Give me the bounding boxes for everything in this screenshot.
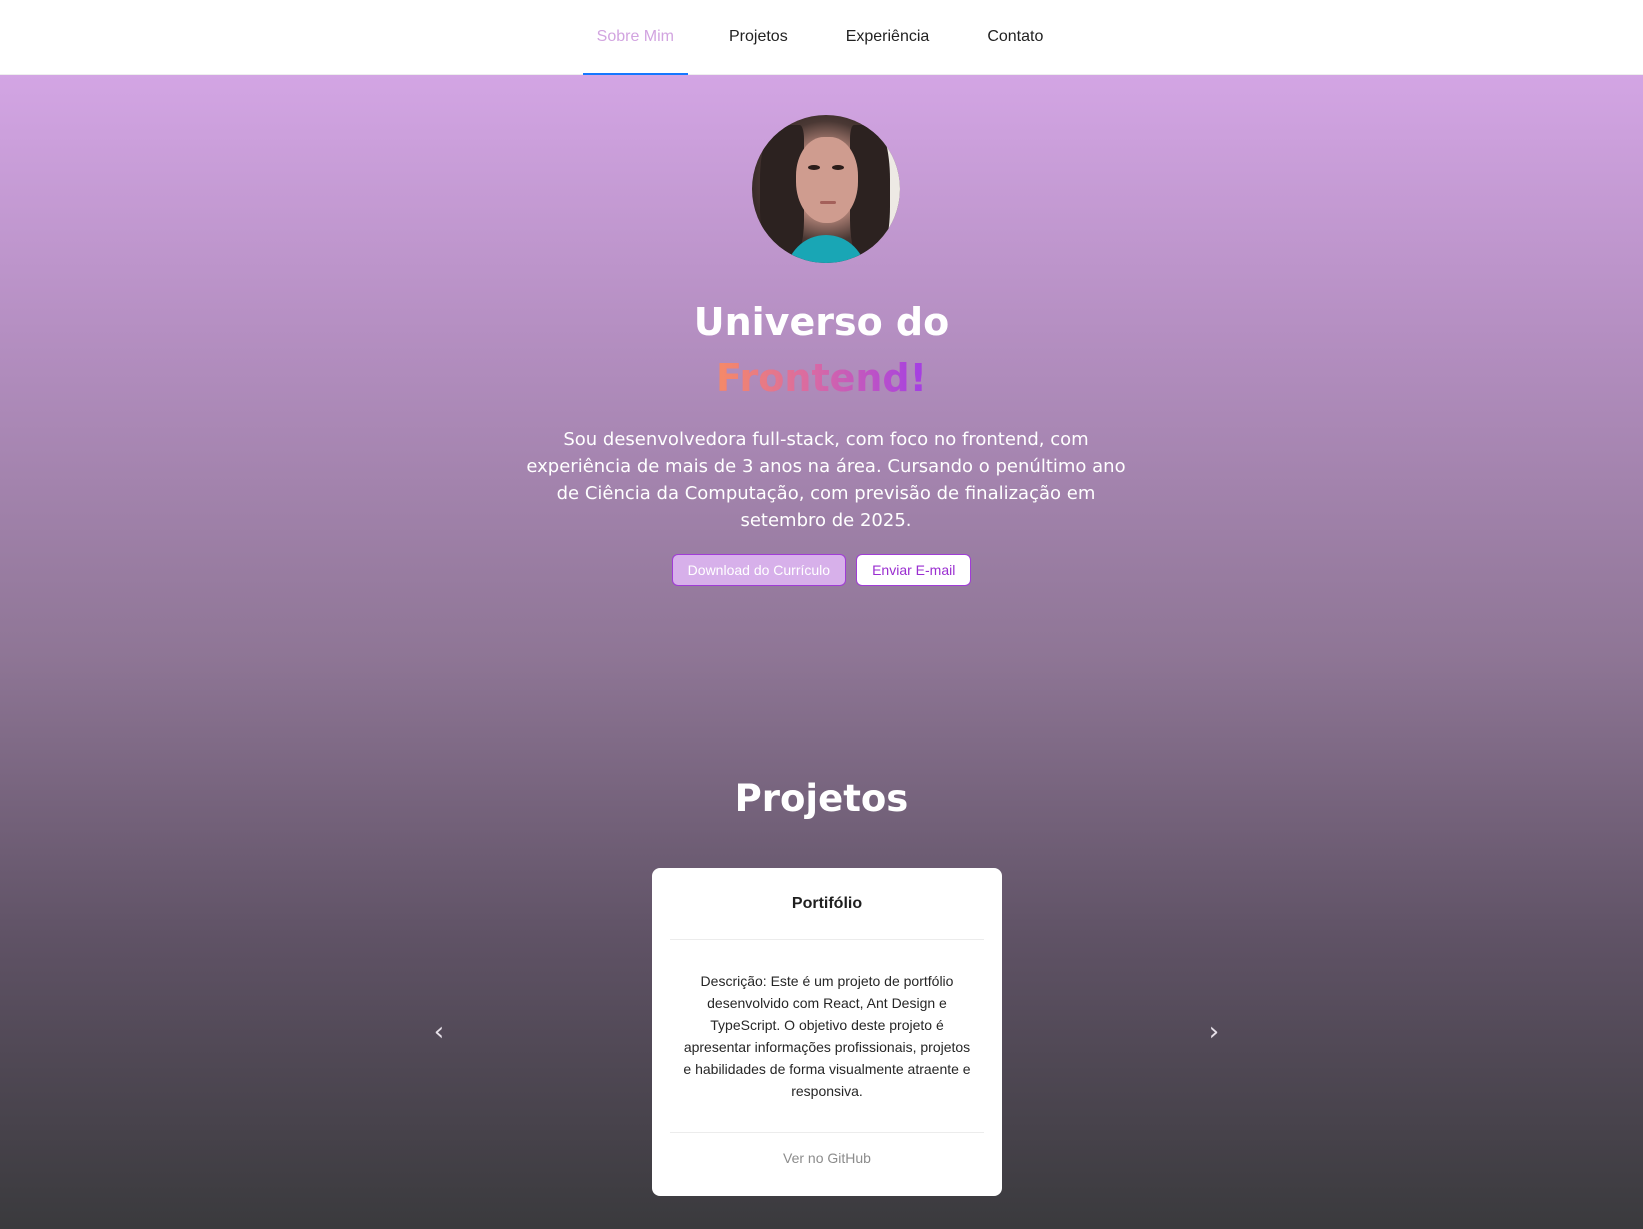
hero-button-row: Download do Currículo Enviar E-mail (0, 554, 1643, 586)
nav-item-projetos[interactable]: Projetos (712, 0, 805, 74)
download-cv-button[interactable]: Download do Currículo (671, 554, 847, 586)
project-card-description: Descrição: Este é um projeto de portfóli… (683, 973, 971, 1099)
hero-intro-text: Sou desenvolvedora full-stack, com foco … (526, 429, 1126, 531)
profile-avatar (752, 115, 900, 263)
avatar-eye-right (832, 165, 844, 170)
github-link[interactable]: Ver no GitHub (670, 1132, 984, 1182)
hero-title-gradient-text: Frontend! (716, 356, 927, 400)
project-card-title: Portifólio (670, 868, 984, 940)
project-card: Portifólio Descrição: Este é um projeto … (652, 868, 1002, 1196)
chevron-right-icon[interactable]: › (1202, 1017, 1226, 1047)
top-navbar: Sobre Mim Projetos Experiência Contato (0, 0, 1643, 75)
hero-title-line2: Frontend! (0, 356, 1643, 400)
avatar-eye-left (808, 165, 820, 170)
hero-title-line1: Universo do (693, 300, 950, 344)
nav-item-contato[interactable]: Contato (970, 0, 1060, 74)
nav-item-sobre-mim[interactable]: Sobre Mim (582, 0, 689, 75)
avatar-face (796, 137, 858, 223)
nav-item-experiencia[interactable]: Experiência (829, 0, 947, 74)
send-email-button[interactable]: Enviar E-mail (856, 554, 972, 586)
chevron-left-icon[interactable]: ‹ (427, 1017, 451, 1047)
projects-section-title: Projetos (734, 777, 909, 820)
avatar-mouth (820, 201, 836, 204)
